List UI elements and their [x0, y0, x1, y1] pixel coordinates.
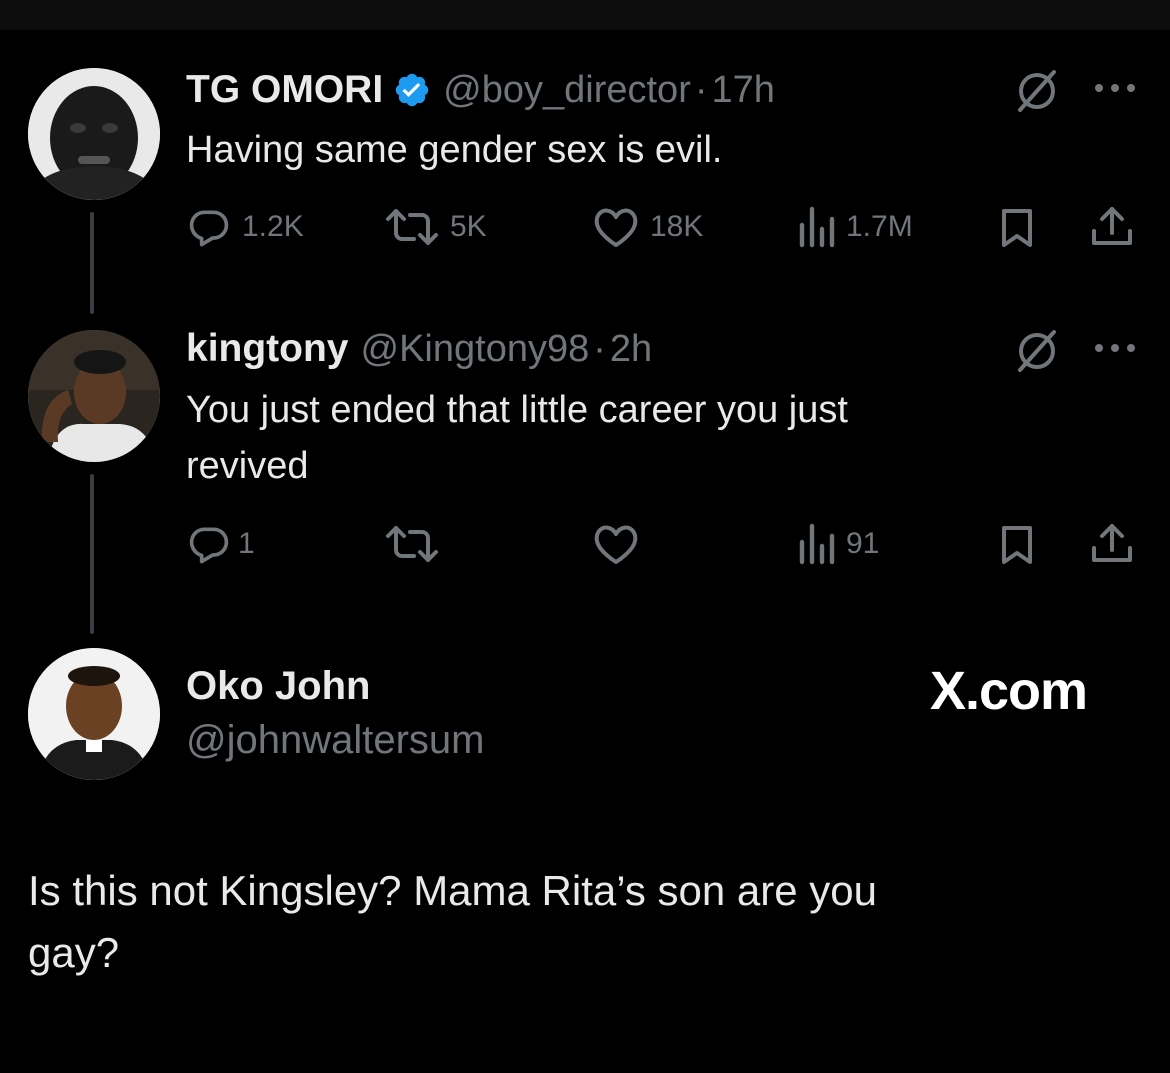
tweet-text-line: revived	[186, 445, 309, 487]
share-icon[interactable]	[1090, 522, 1134, 571]
timestamp[interactable]: 2h	[610, 328, 652, 371]
status-bar-area	[0, 0, 1170, 30]
view-count: 1.7M	[846, 210, 913, 243]
views-button[interactable]: 1.7M	[796, 205, 913, 249]
tweet-text: You just ended that little career you ju…	[186, 382, 848, 494]
like-count: 18K	[650, 210, 704, 243]
avatar[interactable]	[28, 648, 160, 780]
display-name[interactable]: TG OMORI	[186, 68, 383, 112]
avatar[interactable]	[28, 330, 160, 462]
like-button[interactable]	[592, 522, 650, 566]
grok-icon[interactable]	[1014, 328, 1060, 379]
thread-connector	[90, 474, 94, 634]
reply-button[interactable]: 1.2K	[186, 205, 304, 249]
reply-count: 1.2K	[242, 210, 304, 243]
handle[interactable]: @Kingtony98	[361, 328, 590, 371]
repost-icon	[386, 209, 438, 245]
avatar[interactable]	[28, 68, 160, 200]
display-name[interactable]: kingtony	[186, 327, 349, 371]
reply-text-line: Is this not Kingsley? Mama Rita’s son ar…	[28, 867, 877, 914]
views-icon	[799, 523, 835, 565]
repost-button[interactable]	[384, 522, 450, 566]
views-icon	[799, 206, 835, 248]
repost-icon	[386, 526, 438, 562]
handle[interactable]: @johnwaltersum	[186, 718, 485, 763]
verified-badge-icon	[393, 71, 431, 109]
reply-icon	[189, 527, 229, 564]
separator: ·	[593, 327, 606, 370]
view-count: 91	[846, 527, 880, 560]
separator: ·	[694, 68, 708, 111]
display-name[interactable]: Oko John	[186, 664, 370, 709]
x-brand-logo: X.com	[930, 661, 1088, 721]
repost-button[interactable]: 5K	[384, 205, 487, 249]
thread-connector	[90, 212, 94, 314]
repost-count: 5K	[450, 210, 487, 243]
bookmark-icon[interactable]	[1000, 208, 1034, 253]
more-icon[interactable]	[1092, 80, 1138, 101]
reply-icon	[189, 210, 229, 247]
tweet-text: Having same gender sex is evil.	[186, 129, 723, 171]
tweet-header: TG OMORI @boy_director · 17h	[186, 66, 775, 114]
reply-text-line: gay?	[28, 929, 120, 976]
reply-text: Is this not Kingsley? Mama Rita’s son ar…	[28, 860, 877, 984]
like-icon	[594, 208, 638, 247]
tweet-header: kingtony @Kingtony98 · 2h	[186, 325, 652, 373]
more-icon[interactable]	[1092, 340, 1138, 361]
like-icon	[594, 525, 638, 564]
views-button[interactable]: 91	[796, 522, 879, 566]
reply-button[interactable]: 1	[186, 522, 255, 566]
handle[interactable]: @boy_director	[443, 69, 691, 112]
timestamp[interactable]: 17h	[712, 69, 775, 112]
grok-icon[interactable]	[1014, 68, 1060, 119]
share-icon[interactable]	[1090, 205, 1134, 254]
like-button[interactable]: 18K	[592, 205, 703, 249]
bookmark-icon[interactable]	[1000, 525, 1034, 570]
reply-count: 1	[238, 527, 255, 560]
tweet-text-line: You just ended that little career you ju…	[186, 389, 848, 431]
